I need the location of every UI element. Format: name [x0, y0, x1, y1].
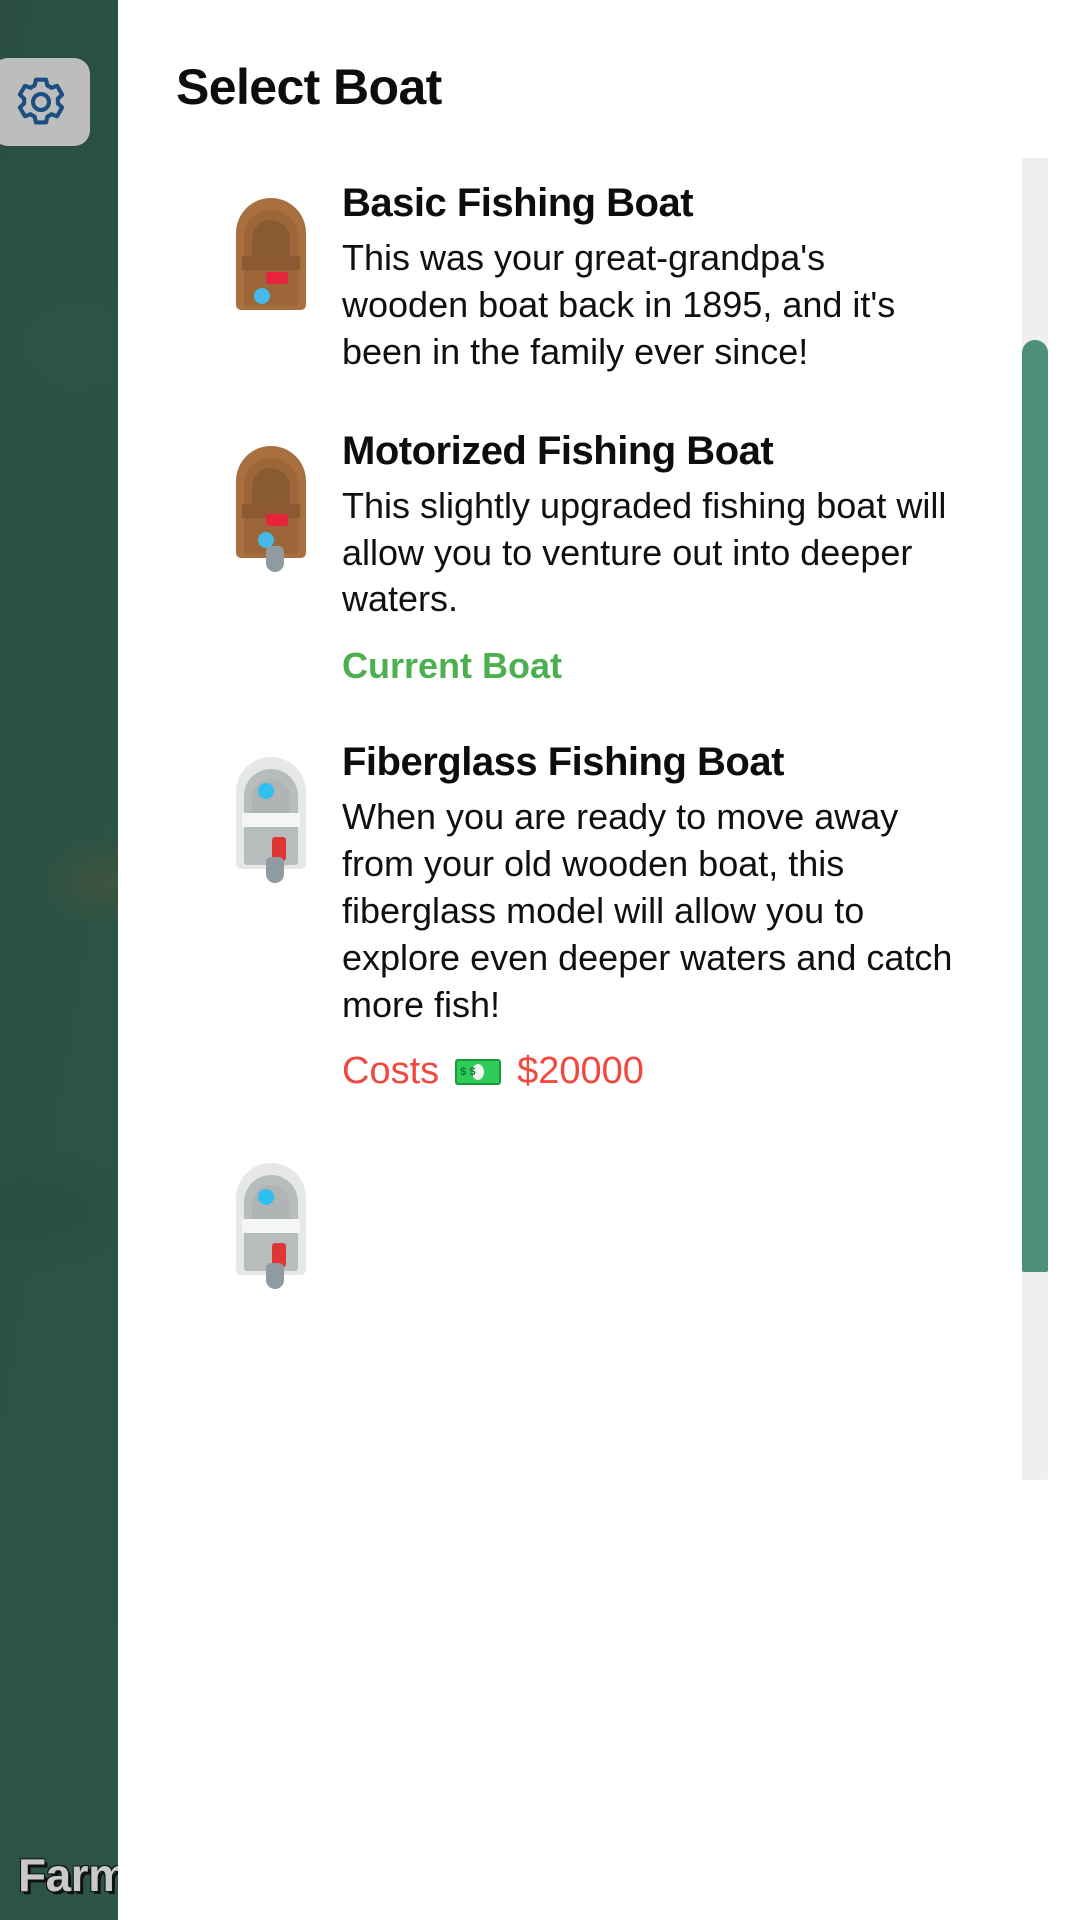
status-badge: Current Boat [342, 645, 563, 687]
background-blotch [10, 300, 130, 390]
boat-info [342, 1145, 960, 1153]
cost-label: Costs [342, 1050, 440, 1093]
list-item[interactable]: Fiberglass Fishing Boat When you are rea… [228, 739, 960, 1093]
select-boat-panel: Select Boat Basic Fishing Boat This was … [118, 0, 1080, 1920]
boat-name: Fiberglass Fishing Boat [342, 740, 784, 785]
fiberglass-boat-icon [228, 1163, 314, 1290]
boat-info: Fiberglass Fishing Boat When you are rea… [342, 739, 960, 1093]
list-item[interactable]: Basic Fishing Boat This was your great-g… [228, 180, 960, 376]
boat-info: Basic Fishing Boat This was your great-g… [342, 180, 960, 376]
boat-list[interactable]: Basic Fishing Boat This was your great-g… [118, 150, 1080, 1920]
list-item[interactable] [228, 1145, 960, 1290]
fiberglass-boat-icon [228, 757, 314, 884]
scrollbar[interactable] [1022, 158, 1048, 1480]
page-title: Select Boat [176, 59, 442, 115]
money-banknote-icon [455, 1058, 502, 1085]
farm-label: Farm [18, 1849, 129, 1901]
wooden-rowboat-icon [228, 198, 314, 318]
boat-description: When you are ready to move away from you… [342, 796, 953, 1025]
list-item[interactable]: Motorized Fishing Boat This slightly upg… [228, 428, 960, 688]
background-blotch [0, 1180, 110, 1240]
boat-cost: Costs $20000 [342, 1050, 960, 1093]
boat-info: Motorized Fishing Boat This slightly upg… [342, 428, 960, 688]
boat-name: Basic Fishing Boat [342, 181, 694, 225]
boat-description: This was your great-grandpa's wooden boa… [342, 237, 896, 372]
settings-button[interactable] [0, 58, 90, 146]
cost-amount: $20000 [517, 1050, 644, 1093]
gear-icon [12, 73, 70, 131]
boat-description: This slightly upgraded fishing boat will… [342, 484, 947, 620]
wooden-motorboat-icon [228, 445, 314, 572]
boat-name: Motorized Fishing Boat [342, 428, 774, 473]
game-screen: Farm Select Boat Basic Fishing Boat This… [0, 0, 1080, 1920]
scrollbar-thumb[interactable] [1022, 340, 1048, 1272]
